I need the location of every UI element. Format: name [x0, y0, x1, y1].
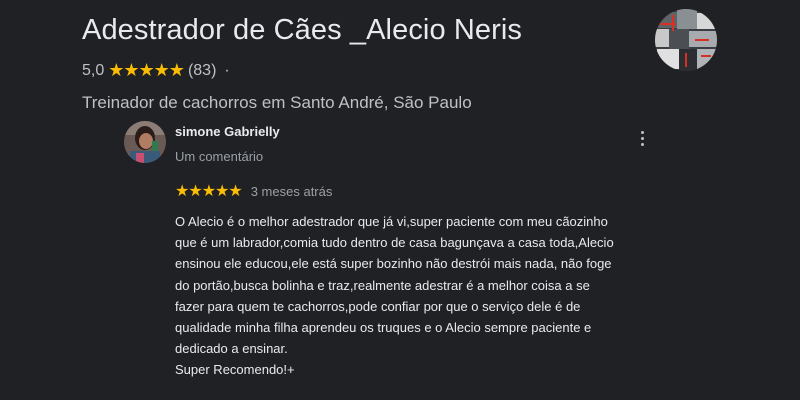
rating-value: 5,0: [82, 61, 105, 79]
reviewer-review-count: Um comentário: [175, 149, 264, 164]
reviewer-avatar[interactable]: [124, 121, 166, 163]
review-date: 3 meses atrás: [250, 183, 333, 199]
more-dot: [640, 130, 644, 134]
business-photo-image: [655, 9, 717, 71]
star-rating-icon: ★★★★★: [108, 60, 185, 80]
review-text-line: do portão,busca bolinha e traz,realmente…: [175, 277, 590, 293]
business-rating-row: 5,0 ★★★★★ (83) ·: [82, 60, 230, 81]
reviewer-avatar-image: [124, 121, 166, 163]
reviewer-name[interactable]: simone Gabrielly: [175, 124, 280, 139]
business-photo-thumbnail[interactable]: [655, 9, 717, 71]
review-text-line: dedicado a ensinar.: [175, 341, 288, 357]
review-text-line: fazer para quem te cachorros,pode confia…: [175, 298, 581, 314]
review-text-line: O Alecio é o melhor adestrador que já vi…: [175, 214, 608, 229]
separator-dot: ·: [224, 61, 230, 79]
business-category: Treinador de cachorros em Santo André, S…: [82, 93, 472, 112]
more-vert-icon[interactable]: [632, 128, 652, 148]
review-text-line: qualidade minha filha aprendeu os truque…: [175, 320, 592, 336]
review-rating-row: ★★★★★ 3 meses atrás: [175, 181, 332, 201]
review-star-icon: ★★★★★: [175, 183, 243, 200]
review-count-link[interactable]: (83): [188, 62, 216, 80]
more-dot: [640, 136, 644, 140]
review-text-line: ensinou ele educou,ele está super bozinh…: [175, 256, 612, 272]
review-text: O Alecio é o melhor adestrador que já vi…: [175, 211, 685, 381]
review-text-line: Super Recomendo!+: [175, 362, 295, 378]
business-title: Adestrador de Cães _Alecio Neris: [82, 14, 523, 46]
review-text-line: que é um labrador,comia tudo dentro de c…: [175, 235, 614, 251]
more-dot: [640, 142, 644, 146]
